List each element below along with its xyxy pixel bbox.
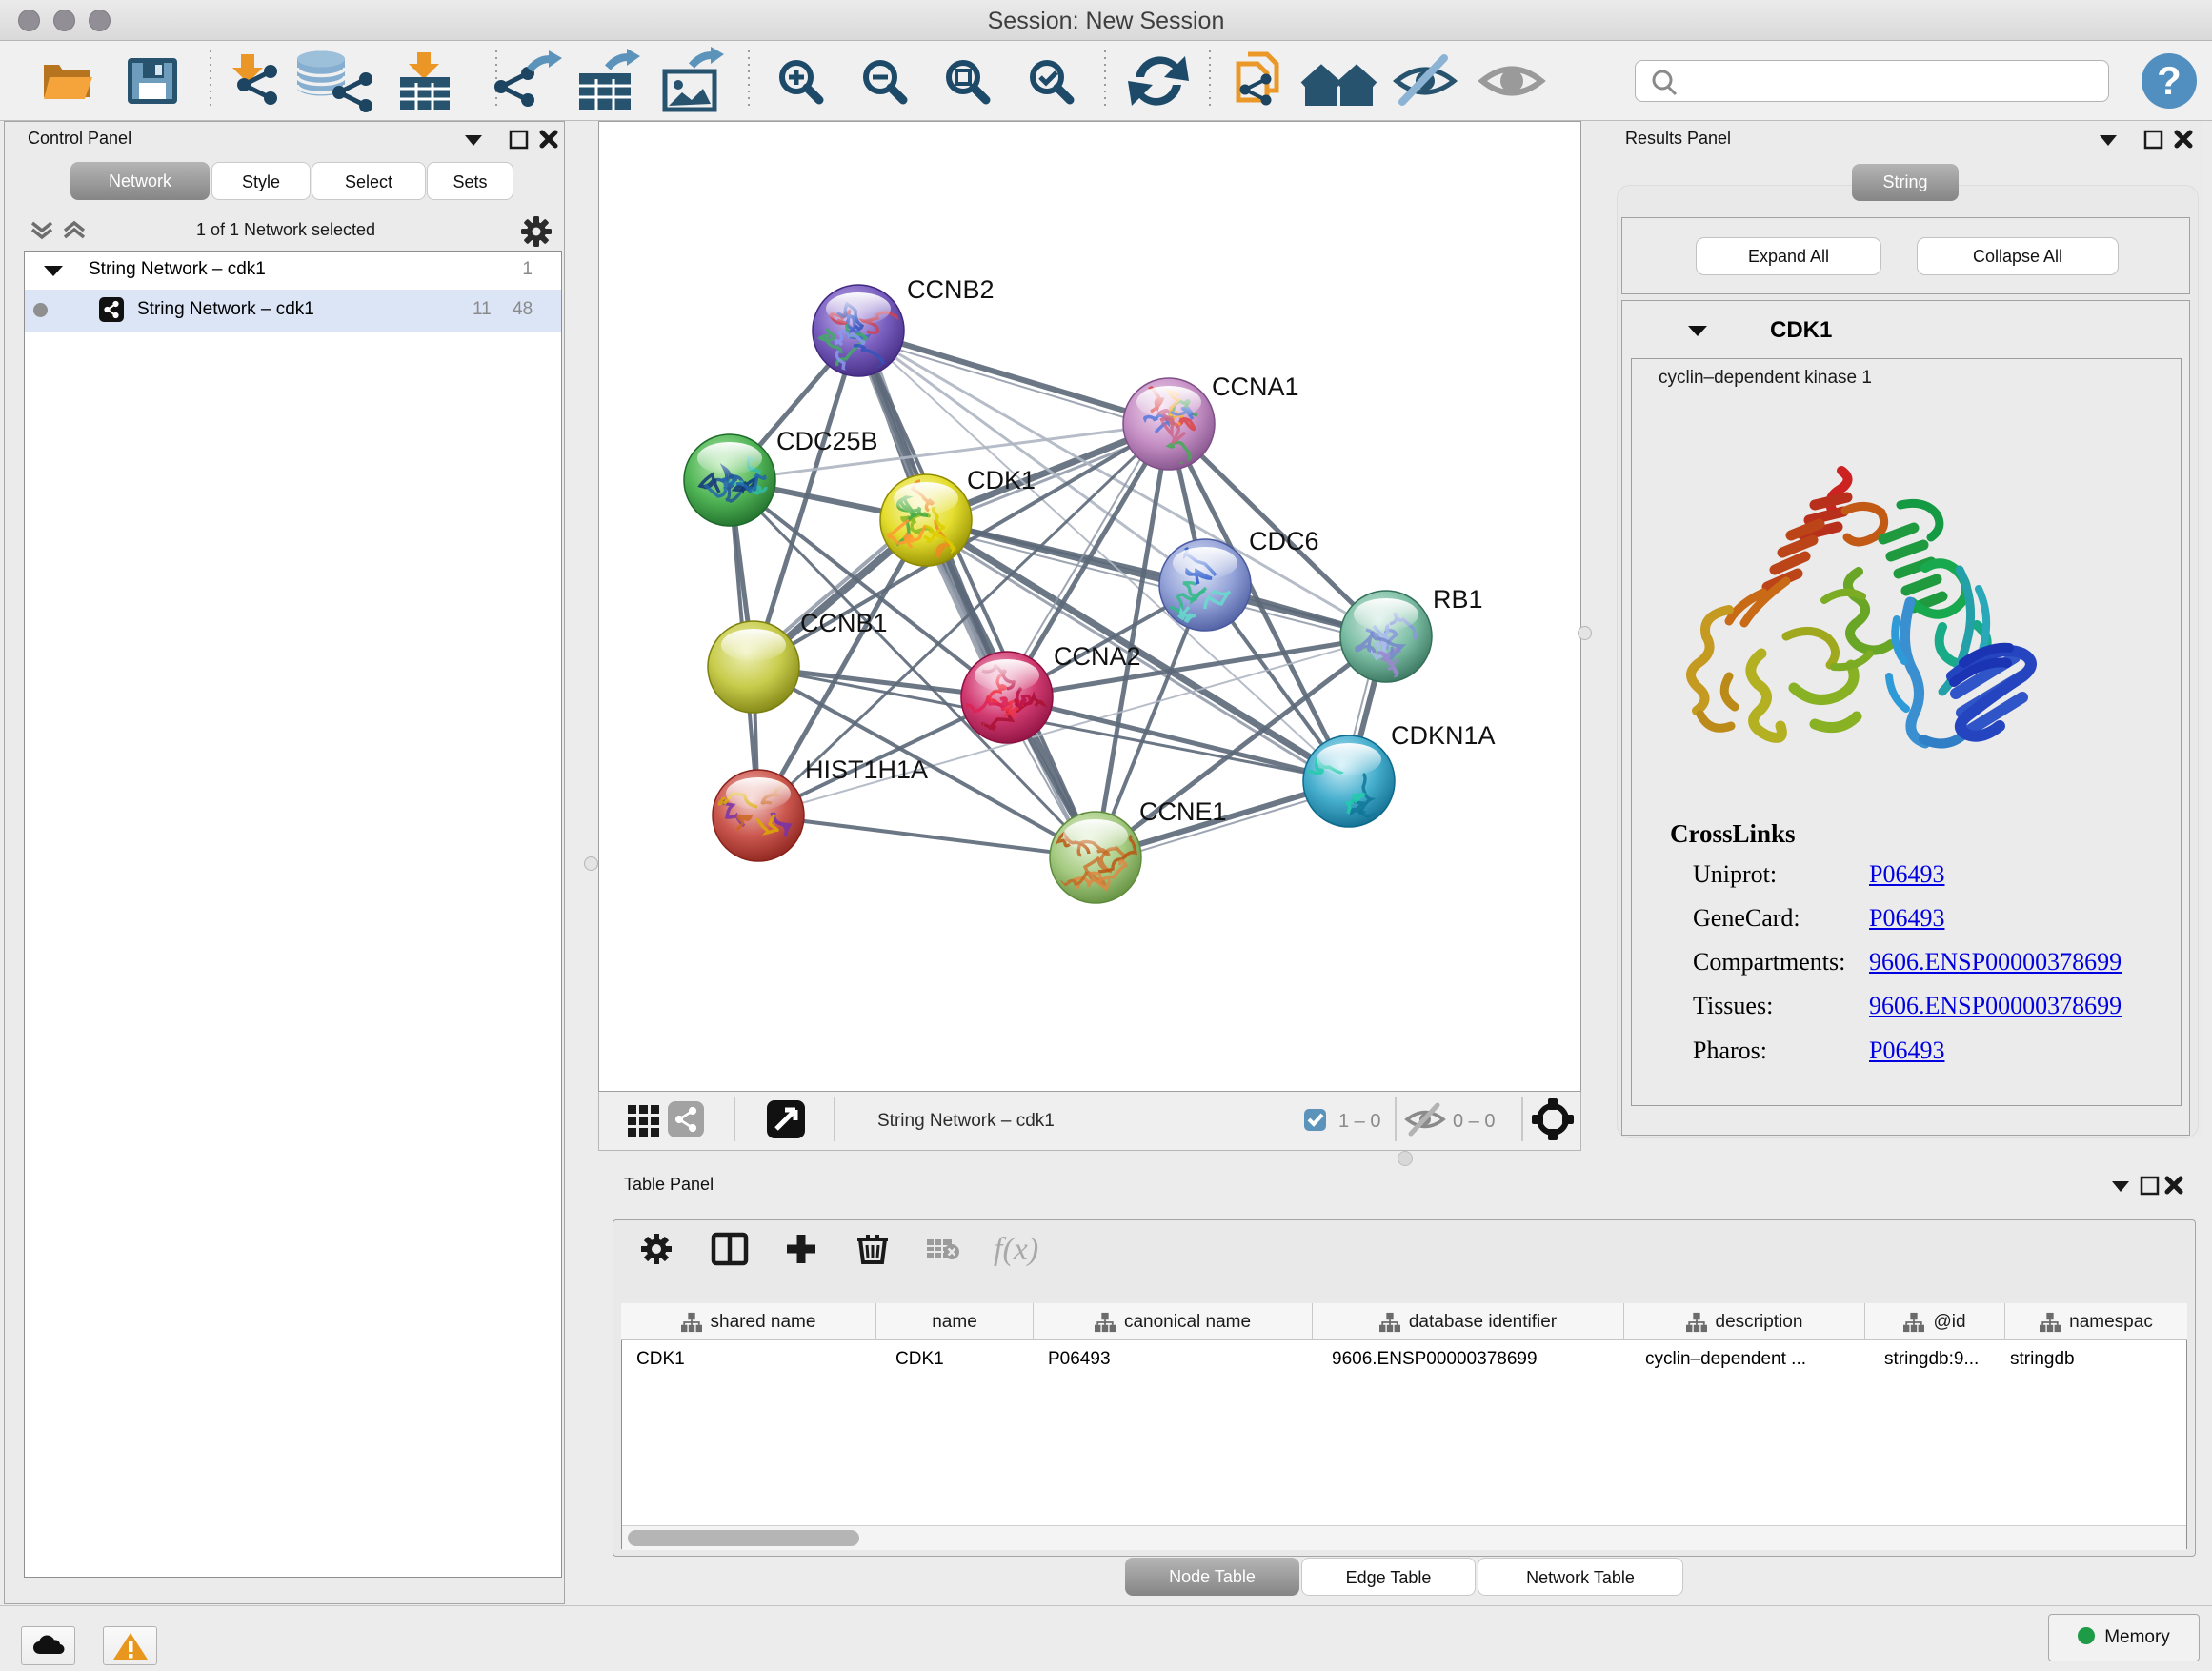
svg-text:1 – 0: 1 – 0 xyxy=(1338,1111,1380,1132)
svg-text:CCNA1: CCNA1 xyxy=(1212,372,1299,401)
svg-text:CDKN1A: CDKN1A xyxy=(1391,721,1496,750)
svg-text:CCNB1: CCNB1 xyxy=(800,609,888,637)
svg-text:RB1: RB1 xyxy=(1433,585,1483,614)
svg-text:?: ? xyxy=(2157,58,2182,103)
svg-text:f(x): f(x) xyxy=(994,1232,1038,1267)
svg-text:CCNA2: CCNA2 xyxy=(1054,642,1141,671)
svg-text:CDK1: CDK1 xyxy=(967,466,1036,494)
svg-text:CDC25B: CDC25B xyxy=(776,427,878,455)
svg-text:HIST1H1A: HIST1H1A xyxy=(805,755,928,784)
svg-text:CCNE1: CCNE1 xyxy=(1139,797,1227,826)
svg-text:String Network – cdk1: String Network – cdk1 xyxy=(877,1111,1055,1131)
svg-text:0 – 0: 0 – 0 xyxy=(1453,1111,1495,1132)
svg-text:CCNB2: CCNB2 xyxy=(907,275,995,304)
svg-text:CDC6: CDC6 xyxy=(1249,527,1319,555)
